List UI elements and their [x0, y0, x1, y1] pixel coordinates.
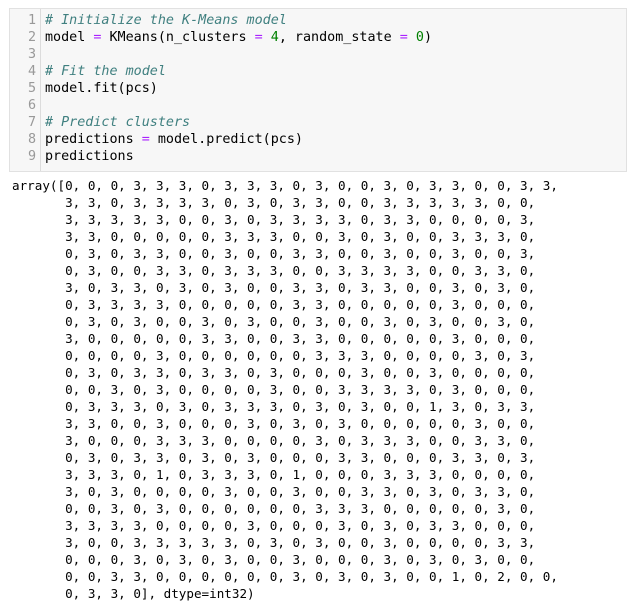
output-line: 0, 0, 3, 0, 3, 0, 0, 0, 0, 0, 0, 3, 3, 3… — [12, 501, 536, 516]
output-line: 0, 3, 0, 3, 3, 0, 0, 3, 0, 0, 3, 3, 0, 0… — [12, 246, 536, 261]
code-token-comment: # Initialize the K-Means model — [45, 13, 287, 28]
code-token-plain: predictions — [45, 149, 134, 164]
code-line[interactable]: 5 model.fit(pcs) — [10, 80, 626, 97]
code-token-plain: ) — [423, 30, 432, 45]
line-number: 1 — [27, 13, 36, 28]
line-number: 3 — [27, 47, 36, 62]
output-line: 0, 3, 3, 0], dtype=int32) — [12, 586, 255, 601]
output-line: 3, 3, 0, 0, 3, 0, 0, 0, 3, 0, 3, 0, 3, 0… — [12, 416, 536, 431]
output-line: 0, 3, 0, 0, 3, 3, 0, 3, 3, 3, 0, 0, 3, 3… — [12, 263, 536, 278]
line-code: predictions — [45, 148, 134, 165]
cell-output: array([0, 0, 0, 3, 3, 3, 0, 3, 3, 3, 0, … — [12, 177, 624, 602]
code-token-plain: model — [45, 30, 94, 45]
line-code: # Initialize the K-Means model — [45, 12, 287, 29]
code-token-comment: # Fit the model — [45, 64, 166, 79]
output-line: 3, 3, 0, 0, 0, 0, 0, 3, 3, 3, 0, 0, 3, 0… — [12, 229, 536, 244]
code-line[interactable]: 3 — [10, 46, 626, 63]
code-token-op: = — [254, 30, 263, 45]
output-line: 3, 3, 0, 3, 3, 3, 3, 0, 3, 0, 3, 3, 0, 0… — [12, 195, 536, 210]
line-number: 2 — [27, 30, 36, 45]
output-line: 0, 3, 0, 3, 3, 0, 3, 0, 3, 0, 0, 0, 3, 3… — [12, 450, 536, 465]
code-token-num: 4 — [270, 30, 279, 45]
code-token-plain: model.fit(pcs) — [45, 81, 158, 96]
line-number: 7 — [27, 115, 36, 130]
code-token-comment: # Predict clusters — [45, 115, 191, 130]
code-token-num: 0 — [415, 30, 424, 45]
line-code: predictions = model.predict(pcs) — [45, 131, 303, 148]
output-line: 0, 0, 3, 0, 3, 0, 0, 0, 0, 3, 0, 0, 3, 3… — [12, 382, 536, 397]
output-line: 0, 3, 0, 3, 3, 0, 3, 3, 0, 3, 0, 0, 0, 3… — [12, 365, 536, 380]
line-number: 8 — [27, 132, 36, 147]
output-line: 0, 3, 0, 3, 0, 0, 3, 0, 3, 0, 0, 3, 0, 0… — [12, 314, 536, 329]
line-code: model.fit(pcs) — [45, 80, 158, 97]
output-line: 3, 0, 3, 3, 0, 3, 0, 3, 0, 0, 3, 3, 0, 3… — [12, 280, 536, 295]
output-line: 0, 3, 3, 3, 3, 0, 0, 0, 0, 0, 3, 3, 0, 0… — [12, 297, 536, 312]
code-token-op: = — [141, 132, 150, 147]
output-line: 3, 0, 0, 0, 3, 3, 3, 0, 0, 0, 0, 3, 0, 3… — [12, 433, 536, 448]
code-token-op: = — [399, 30, 408, 45]
output-line: 3, 0, 0, 0, 0, 0, 3, 3, 0, 0, 3, 3, 0, 0… — [12, 331, 536, 346]
output-line: array([0, 0, 0, 3, 3, 3, 0, 3, 3, 3, 0, … — [12, 178, 558, 193]
code-line[interactable]: 9 predictions — [10, 148, 626, 165]
output-line: 3, 3, 3, 3, 0, 0, 0, 0, 3, 0, 0, 0, 3, 0… — [12, 518, 536, 533]
line-number: 6 — [27, 98, 36, 113]
code-line[interactable]: 7 # Predict clusters — [10, 114, 626, 131]
code-line[interactable]: 2 model = KMeans(n_clusters = 4, random_s… — [10, 29, 626, 46]
code-line[interactable]: 1 # Initialize the K-Means model — [10, 12, 626, 29]
line-code: # Predict clusters — [45, 114, 190, 131]
output-line: 3, 3, 3, 0, 1, 0, 3, 3, 3, 0, 1, 0, 0, 0… — [12, 467, 536, 482]
code-line[interactable]: 6 — [10, 97, 626, 114]
code-token-plain: , random_state — [278, 30, 400, 45]
output-line: 3, 0, 0, 3, 3, 3, 3, 3, 0, 3, 0, 3, 0, 0… — [12, 535, 536, 550]
code-token-plain: model.predict(pcs) — [149, 132, 303, 147]
code-line[interactable]: 8 predictions = model.predict(pcs) — [10, 131, 626, 148]
code-cell[interactable]: 1 # Initialize the K-Means model 2 model = … — [9, 8, 627, 172]
output-line: 0, 3, 3, 3, 0, 3, 0, 3, 3, 3, 0, 3, 0, 3… — [12, 399, 536, 414]
output-line: 3, 3, 3, 3, 3, 0, 0, 3, 0, 3, 3, 3, 3, 0… — [12, 212, 536, 227]
code-token-plain: KMeans(n_clusters — [101, 30, 255, 45]
line-code: # Fit the model — [45, 63, 166, 80]
output-line: 0, 0, 0, 0, 3, 0, 0, 0, 0, 0, 0, 3, 3, 3… — [12, 348, 536, 363]
code-token-plain: predictions — [45, 132, 142, 147]
line-number: 5 — [27, 81, 36, 96]
line-number: 9 — [27, 149, 36, 164]
output-line: 0, 0, 0, 3, 0, 3, 0, 3, 0, 0, 3, 0, 0, 0… — [12, 552, 536, 567]
output-line: 3, 0, 3, 0, 0, 0, 0, 3, 0, 0, 3, 0, 0, 3… — [12, 484, 536, 499]
code-line[interactable]: 4 # Fit the model — [10, 63, 626, 80]
output-line: 0, 0, 3, 3, 0, 0, 0, 0, 0, 0, 3, 0, 3, 0… — [12, 569, 558, 584]
line-number: 4 — [27, 64, 36, 79]
line-code: model = KMeans(n_clusters = 4, random_st… — [45, 29, 432, 46]
